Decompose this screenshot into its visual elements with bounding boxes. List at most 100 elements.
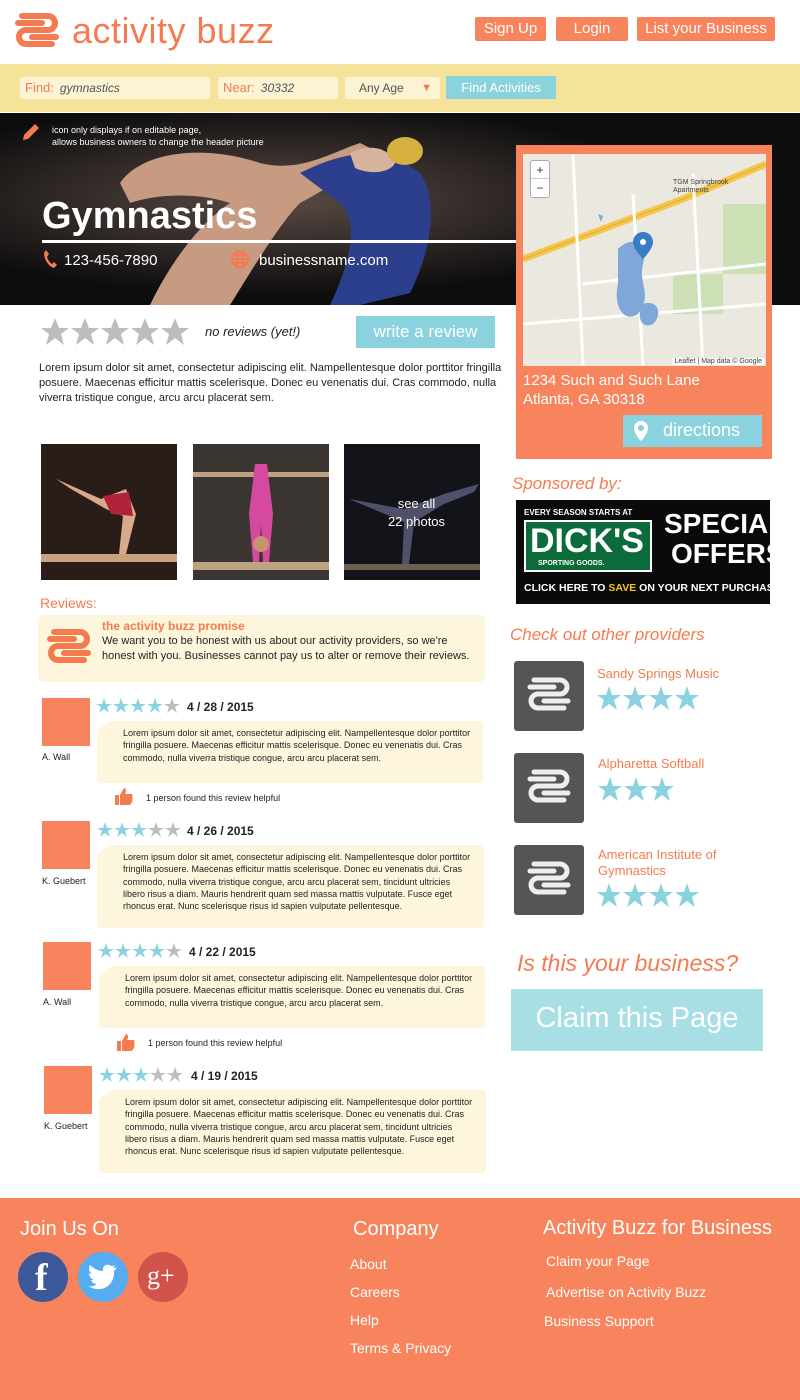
- chevron-down-icon: ▼: [421, 82, 432, 94]
- provider-stars: [597, 883, 699, 907]
- facebook-icon[interactable]: f: [18, 1252, 68, 1302]
- footer-link-careers[interactable]: Careers: [350, 1284, 400, 1300]
- review-text: Lorem ipsum dolor sit amet, consectetur …: [98, 966, 485, 1028]
- review-stars: [96, 698, 180, 713]
- photo-1-image: [41, 444, 177, 580]
- ad-brand-sub: SPORTING GOODS.: [538, 560, 605, 567]
- logo-icon: [527, 677, 571, 711]
- twitter-bird: [88, 1264, 117, 1290]
- logo-text: activity buzz: [72, 10, 275, 51]
- footer-link-claim[interactable]: Claim your Page: [546, 1253, 650, 1269]
- promise-box: the activity buzz promise We want you to…: [38, 615, 485, 682]
- thumbs-up-icon[interactable]: [116, 1032, 136, 1052]
- zoom-out-button[interactable]: −: [531, 179, 549, 197]
- facebook-glyph: f: [35, 1257, 48, 1299]
- reviewer-avatar[interactable]: [42, 698, 90, 746]
- provider-name[interactable]: American Institute of Gymnastics: [598, 847, 768, 879]
- rating-text: no reviews (yet!): [205, 324, 301, 339]
- ad-offer-line2: OFFERS: [671, 538, 770, 569]
- see-all-line1: see all: [397, 496, 436, 511]
- photo-1[interactable]: [41, 444, 177, 580]
- reviewer-name[interactable]: K. Guebert: [44, 1121, 88, 1131]
- provider-name[interactable]: Sandy Springs Music: [597, 666, 719, 681]
- edit-note-line2: allows business owners to change the hea…: [52, 137, 264, 147]
- photo-2[interactable]: [193, 444, 329, 580]
- address-line2: Atlanta, GA 30318: [523, 391, 645, 408]
- ad-top-text: EVERY SEASON STARTS AT: [524, 508, 633, 517]
- review-stars: [99, 1067, 183, 1082]
- map-pin-icon: [634, 421, 648, 441]
- footer-business-heading: Activity Buzz for Business: [543, 1217, 772, 1239]
- provider-avatar[interactable]: [514, 661, 584, 731]
- edit-note: icon only displays if on editable page, …: [52, 124, 264, 148]
- map-attribution[interactable]: Leaflet | Map data © Google: [672, 358, 764, 365]
- sponsor-ad[interactable]: EVERY SEASON STARTS AT DICK'S SPORTING G…: [516, 500, 770, 604]
- reviewer-name[interactable]: K. Guebert: [42, 876, 86, 886]
- review-text: Lorem ipsum dolor sit amet, consectetur …: [98, 1090, 486, 1173]
- see-all-photos[interactable]: see all 22 photos: [344, 444, 480, 580]
- directions-button[interactable]: directions: [623, 415, 762, 447]
- globe-icon: [231, 250, 249, 268]
- reviewer-avatar[interactable]: [44, 1066, 92, 1114]
- ad-offer-line1: SPECIAL: [664, 508, 770, 539]
- review-text: Lorem ipsum dolor sit amet, consectetur …: [96, 845, 484, 928]
- logo-icon: [527, 861, 571, 895]
- providers-heading: Check out other providers: [510, 625, 705, 644]
- map-place-label: TGM Springbrook Apartments: [673, 179, 729, 194]
- signup-button[interactable]: Sign Up: [475, 17, 546, 41]
- footer: Join Us On f g+ Company About Careers He…: [0, 1198, 800, 1400]
- review-date: 4 / 22 / 2015: [189, 945, 256, 959]
- reviewer-avatar[interactable]: [42, 821, 90, 869]
- age-select[interactable]: Any Age ▼: [345, 77, 440, 99]
- find-activities-button[interactable]: Find Activities: [446, 76, 556, 99]
- provider-avatar[interactable]: [514, 845, 584, 915]
- footer-link-help[interactable]: Help: [350, 1312, 379, 1328]
- ad-bottom-post: ON YOUR NEXT PURCHASE.: [636, 582, 770, 594]
- ad-bottom-pre: CLICK HERE TO: [524, 582, 609, 594]
- near-field[interactable]: Near: 30332: [218, 77, 338, 99]
- logo[interactable]: activity buzz: [12, 8, 312, 56]
- footer-company-heading: Company: [353, 1218, 439, 1240]
- thumbs-up-icon[interactable]: [114, 786, 134, 806]
- ad-bottom: CLICK HERE TO SAVE ON YOUR NEXT PURCHASE…: [524, 582, 770, 594]
- helpful-count: 1 person found this review helpful: [148, 1038, 283, 1048]
- zoom-in-button[interactable]: +: [531, 161, 549, 179]
- footer-link-terms[interactable]: Terms & Privacy: [350, 1340, 451, 1356]
- twitter-icon[interactable]: [78, 1252, 128, 1302]
- write-review-button[interactable]: write a review: [356, 316, 495, 348]
- find-label: Find:: [25, 80, 54, 95]
- map[interactable]: + − TGM Springbrook Apartments Leaflet |…: [523, 154, 766, 366]
- edit-note-line1: icon only displays if on editable page,: [52, 125, 202, 135]
- footer-link-advertise[interactable]: Advertise on Activity Buzz: [546, 1284, 706, 1300]
- review-date: 4 / 19 / 2015: [191, 1069, 258, 1083]
- sponsored-label: Sponsored by:: [512, 474, 622, 493]
- near-value: 30332: [260, 81, 295, 95]
- footer-link-support[interactable]: Business Support: [544, 1313, 654, 1329]
- ad-brand-box: DICK'S SPORTING GOODS.: [524, 520, 652, 572]
- reviewer-avatar[interactable]: [43, 942, 91, 990]
- find-field[interactable]: Find: gymnastics: [20, 77, 210, 99]
- near-label: Near:: [223, 80, 255, 95]
- provider-name[interactable]: Alpharetta Softball: [598, 756, 704, 771]
- phone-number[interactable]: 123-456-7890: [64, 252, 157, 269]
- see-all-line2: 22 photos: [387, 514, 446, 529]
- login-button[interactable]: Login: [556, 17, 628, 41]
- logo-icon: [527, 769, 571, 803]
- promise-title: the activity buzz promise: [102, 619, 245, 633]
- phone-icon: [44, 250, 57, 268]
- reviewer-name[interactable]: A. Wall: [43, 997, 71, 1007]
- claim-question: Is this your business?: [517, 950, 739, 976]
- logo-icon: [47, 629, 91, 663]
- provider-avatar[interactable]: [514, 753, 584, 823]
- footer-link-about[interactable]: About: [350, 1256, 387, 1272]
- list-business-button[interactable]: List your Business: [637, 17, 775, 41]
- claim-page-button[interactable]: Claim this Page: [511, 989, 763, 1051]
- address-line1: 1234 Such and Such Lane: [523, 372, 700, 389]
- provider-stars: [597, 686, 699, 710]
- website-link[interactable]: businessname.com: [259, 252, 388, 269]
- edit-pencil-icon[interactable]: [20, 121, 42, 143]
- reviewer-name[interactable]: A. Wall: [42, 752, 70, 762]
- reviews-heading: Reviews:: [40, 595, 97, 611]
- google-plus-icon[interactable]: g+: [138, 1252, 188, 1302]
- map-card: + − TGM Springbrook Apartments Leaflet |…: [516, 145, 772, 459]
